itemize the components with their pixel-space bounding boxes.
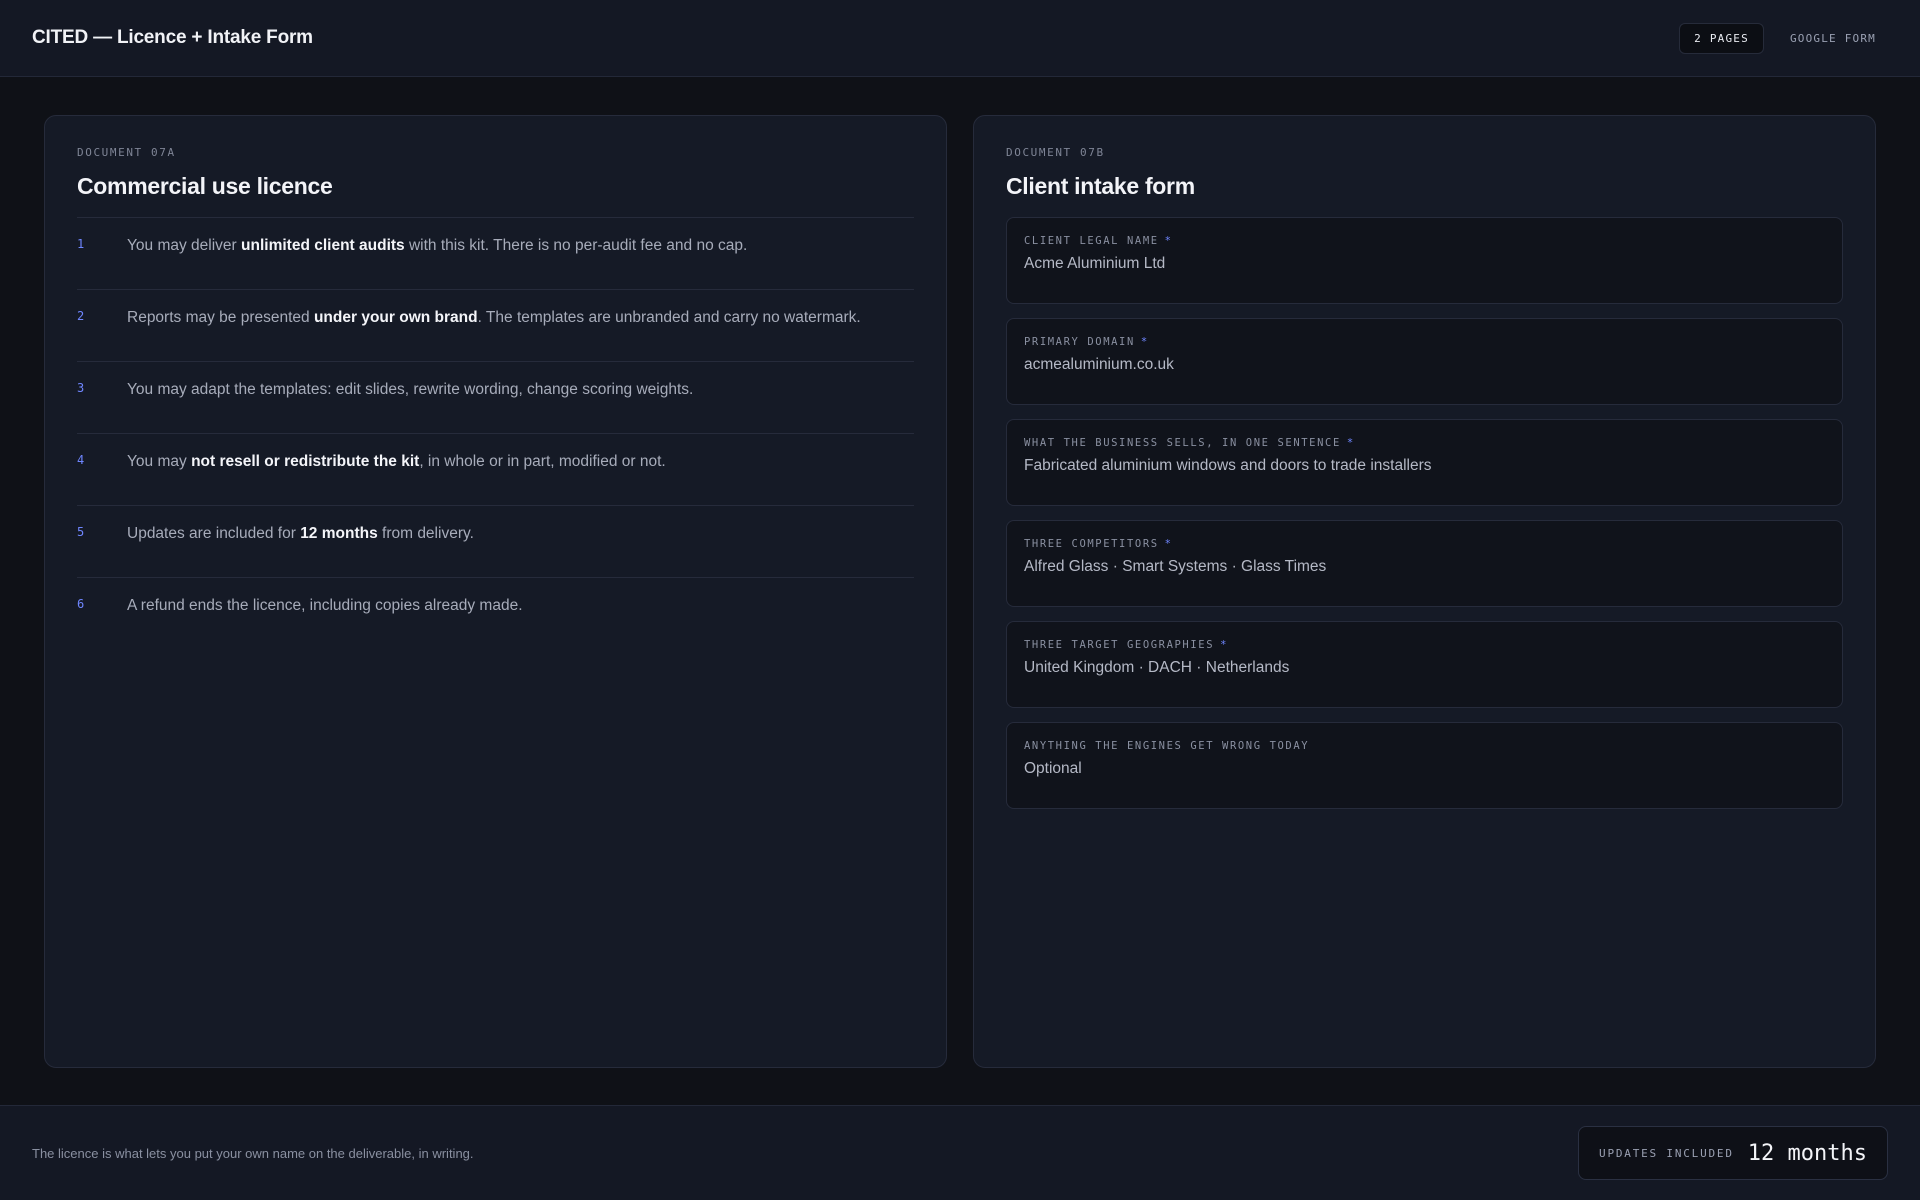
term-number: 1 <box>77 237 85 251</box>
intake-field[interactable]: THREE TARGET GEOGRAPHIES * United Kingdom … <box>1006 621 1843 708</box>
licence-term: 5 Updates are included for 12 months from… <box>77 506 914 578</box>
intake-field[interactable]: WHAT THE BUSINESS SELLS, IN ONE SENTENCE… <box>1006 419 1843 506</box>
term-segment: You may deliver <box>127 237 242 254</box>
field-label: WHAT THE BUSINESS SELLS, IN ONE SENTENCE… <box>1024 437 1825 449</box>
field-label-text: PRIMARY DOMAIN <box>1024 336 1135 348</box>
page-title: CITED — Licence + Intake Form <box>32 27 313 48</box>
field-value[interactable]: Alfred Glass · Smart Systems · Glass Tim… <box>1024 558 1825 576</box>
field-label-text: CLIENT LEGAL NAME <box>1024 235 1159 247</box>
licence-term: 1 You may deliver unlimited client audits… <box>77 218 914 290</box>
required-marker: * <box>1346 437 1355 449</box>
term-emphasis: unlimited client audits <box>241 237 405 254</box>
intake-field[interactable]: PRIMARY DOMAIN * acmealuminium.co.uk <box>1006 318 1843 405</box>
footer-bar: The licence is what lets you put your ow… <box>0 1105 1920 1200</box>
field-label: ANYTHING THE ENGINES GET WRONG TODAY <box>1024 740 1825 752</box>
term-segment: You may adapt the templates: edit slides… <box>127 381 694 398</box>
term-emphasis: under your own brand <box>313 309 478 326</box>
required-marker: * <box>1164 538 1173 550</box>
term-text: Reports may be presented under your own … <box>127 307 861 329</box>
term-segment: from delivery. <box>377 525 474 542</box>
term-text: You may adapt the templates: edit slides… <box>127 379 693 401</box>
field-label: PRIMARY DOMAIN * <box>1024 336 1825 348</box>
licence-term: 4 You may not resell or redistribute the … <box>77 434 914 506</box>
required-marker: * <box>1140 336 1149 348</box>
field-label: THREE TARGET GEOGRAPHIES * <box>1024 639 1825 651</box>
term-segment: You may <box>127 453 192 470</box>
top-actions: 2 PAGES GOOGLE FORM <box>1679 22 1888 54</box>
term-number: 5 <box>77 525 85 539</box>
licence-term: 3 You may adapt the templates: edit slide… <box>77 362 914 434</box>
licence-term: 2 Reports may be presented under your own… <box>77 290 914 362</box>
field-label-text: ANYTHING THE ENGINES GET WRONG TODAY <box>1024 740 1310 752</box>
term-segment: A refund ends the licence, including cop… <box>127 597 523 614</box>
term-text: You may not resell or redistribute the k… <box>127 451 666 473</box>
intake-field[interactable]: ANYTHING THE ENGINES GET WRONG TODAY Opti… <box>1006 722 1843 809</box>
term-number: 2 <box>77 309 85 323</box>
intake-field[interactable]: THREE COMPETITORS * Alfred Glass · Smart S… <box>1006 520 1843 607</box>
field-value[interactable]: Optional <box>1024 760 1825 778</box>
field-value[interactable]: acmealuminium.co.uk <box>1024 356 1825 374</box>
field-label-text: WHAT THE BUSINESS SELLS, IN ONE SENTENCE <box>1024 437 1341 449</box>
term-emphasis: 12 months <box>300 525 378 542</box>
intake-fields: CLIENT LEGAL NAME * Acme Aluminium Ltd PRIM… <box>1006 217 1843 809</box>
field-label: THREE COMPETITORS * <box>1024 538 1825 550</box>
required-marker: * <box>1164 235 1173 247</box>
updates-value: 12 months <box>1747 1140 1867 1166</box>
term-segment: Reports may be presented <box>127 309 314 326</box>
field-label-text: THREE COMPETITORS <box>1024 538 1159 550</box>
term-segment: , in whole or in part, modified or not. <box>419 453 666 470</box>
term-number: 3 <box>77 381 85 395</box>
field-value[interactable]: Acme Aluminium Ltd <box>1024 255 1825 273</box>
intake-panel: DOCUMENT 07B Client intake form CLIENT L… <box>973 115 1876 1068</box>
intake-doc-number: DOCUMENT 07B <box>1006 146 1105 159</box>
licence-term: 6 A refund ends the licence, including co… <box>77 578 914 650</box>
term-text: A refund ends the licence, including cop… <box>127 595 523 617</box>
google-form-tab[interactable]: GOOGLE FORM <box>1778 24 1888 53</box>
updates-label: UPDATES INCLUDED <box>1599 1146 1734 1160</box>
term-emphasis: not resell or redistribute the kit <box>191 453 420 470</box>
term-number: 6 <box>77 597 85 611</box>
term-segment: with this kit. There is no per-audit fee… <box>404 237 748 254</box>
intake-title: Client intake form <box>1006 173 1195 199</box>
licence-doc-number: DOCUMENT 07A <box>77 146 176 159</box>
pages-tab[interactable]: 2 PAGES <box>1679 22 1764 54</box>
term-number: 4 <box>77 453 85 467</box>
term-segment: . The templates are unbranded and carry … <box>477 309 861 326</box>
licence-title: Commercial use licence <box>77 173 333 199</box>
updates-included-badge: UPDATES INCLUDED 12 months <box>1578 1126 1888 1180</box>
term-text: Updates are included for 12 months from … <box>127 523 474 545</box>
field-label: CLIENT LEGAL NAME * <box>1024 235 1825 247</box>
top-bar: CITED — Licence + Intake Form 2 PAGES GO… <box>0 0 1920 77</box>
field-value[interactable]: United Kingdom · DACH · Netherlands <box>1024 659 1825 677</box>
licence-panel: DOCUMENT 07A Commercial use licence 1 You… <box>44 115 947 1068</box>
licence-terms-list: 1 You may deliver unlimited client audits… <box>77 217 914 650</box>
footer-note: The licence is what lets you put your ow… <box>32 1145 474 1161</box>
required-marker: * <box>1220 639 1229 651</box>
field-value[interactable]: Fabricated aluminium windows and doors t… <box>1024 457 1825 475</box>
term-text: You may deliver unlimited client audits … <box>127 235 747 257</box>
field-label-text: THREE TARGET GEOGRAPHIES <box>1024 639 1215 651</box>
term-segment: Updates are included for <box>127 525 301 542</box>
intake-field[interactable]: CLIENT LEGAL NAME * Acme Aluminium Ltd <box>1006 217 1843 304</box>
